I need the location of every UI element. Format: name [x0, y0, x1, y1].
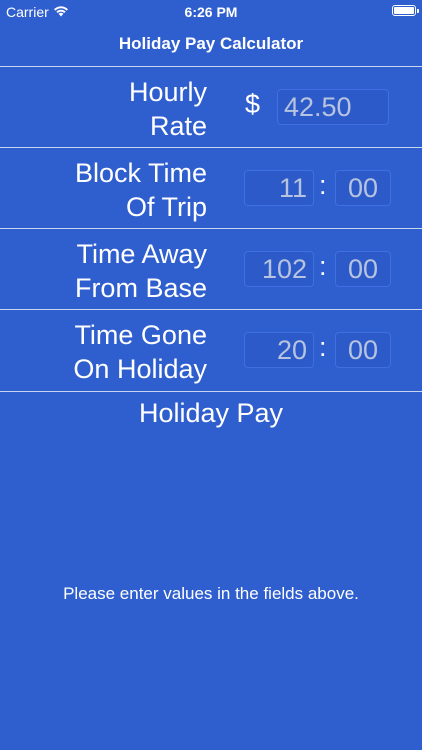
time-separator: :: [319, 251, 327, 281]
hourly-rate-row: Hourly Rate $ 42.50: [0, 67, 422, 147]
page-title: Holiday Pay Calculator: [118, 34, 304, 53]
battery-icon: [392, 5, 419, 16]
divider: [0, 391, 422, 392]
time-separator: :: [319, 170, 327, 200]
time-away-hours-input[interactable]: 102: [244, 251, 314, 287]
time-away-label-line2: From Base: [74, 273, 207, 303]
block-time-label: Block Time Of Trip: [7, 156, 207, 224]
currency-symbol: $: [245, 89, 261, 119]
hourly-rate-label-line2: Rate: [149, 111, 207, 141]
hourly-rate-label: Hourly Rate: [7, 75, 207, 143]
time-gone-label-line1: Time Gone: [74, 320, 207, 350]
status-time: 6:26 PM: [184, 4, 238, 20]
time-away-minutes-input[interactable]: 00: [335, 251, 391, 287]
hourly-rate-input[interactable]: 42.50: [277, 89, 389, 125]
time-away-label: Time Away From Base: [7, 237, 207, 305]
block-time-hours-input[interactable]: 11: [244, 170, 314, 206]
time-gone-label: Time Gone On Holiday: [7, 318, 207, 386]
status-bar: Carrier 6:26 PM: [0, 0, 422, 22]
time-gone-label-line2: On Holiday: [73, 354, 207, 384]
time-away-row: Time Away From Base 102 : 00: [0, 229, 422, 309]
hourly-rate-label-line1: Hourly: [128, 77, 207, 107]
time-gone-row: Time Gone On Holiday 20 : 00: [0, 310, 422, 390]
time-separator: :: [319, 332, 327, 362]
block-time-label-line2: Of Trip: [125, 192, 207, 222]
instruction-message: Please enter values in the fields above.: [63, 584, 359, 603]
time-away-label-line1: Time Away: [76, 239, 207, 269]
time-gone-minutes-input[interactable]: 00: [335, 332, 391, 368]
time-gone-hours-input[interactable]: 20: [244, 332, 314, 368]
holiday-pay-title: Holiday Pay: [138, 398, 284, 428]
block-time-label-line1: Block Time: [74, 158, 207, 188]
status-right: [392, 5, 419, 16]
block-time-minutes-input[interactable]: 00: [335, 170, 391, 206]
block-time-row: Block Time Of Trip 11 : 00: [0, 148, 422, 228]
